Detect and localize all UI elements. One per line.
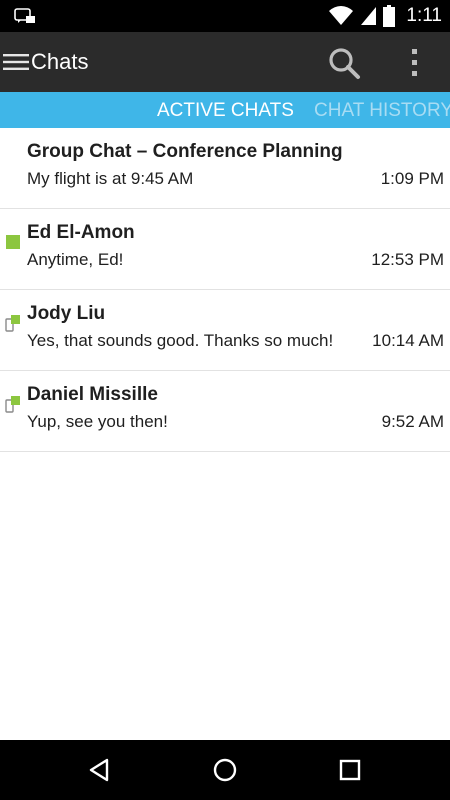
chat-notification-icon <box>14 8 35 23</box>
chat-list: Group Chat – Conference Planning My flig… <box>0 128 450 452</box>
chat-item-group-conference[interactable]: Group Chat – Conference Planning My flig… <box>0 128 450 209</box>
presence-available-icon <box>6 235 20 249</box>
navigation-bar <box>0 740 450 800</box>
wifi-icon <box>329 6 354 26</box>
overflow-menu-icon[interactable] <box>400 45 430 81</box>
chat-last-message: Yup, see you then! <box>27 412 168 431</box>
chat-name: Daniel Missille <box>27 384 158 405</box>
home-icon[interactable] <box>212 757 238 783</box>
recent-apps-icon[interactable] <box>337 757 363 783</box>
chat-name: Ed El-Amon <box>27 222 135 243</box>
tab-active-chats[interactable]: ACTIVE CHATS <box>157 100 294 122</box>
chat-time: 9:52 AM <box>381 412 444 431</box>
menu-icon[interactable] <box>3 53 29 71</box>
tab-chat-history[interactable]: CHAT HISTORY <box>314 100 450 122</box>
chat-name: Group Chat – Conference Planning <box>27 141 343 162</box>
chat-last-message: My flight is at 9:45 AM <box>27 169 194 188</box>
tabs-bar: ACTIVE CHATS CHAT HISTORY <box>0 92 450 128</box>
status-time: 1:11 <box>406 5 442 26</box>
status-icons: 1:11 <box>329 0 442 32</box>
action-bar: Chats <box>0 32 450 92</box>
chat-item-jody-liu[interactable]: Jody Liu Yes, that sounds good. Thanks s… <box>0 290 450 371</box>
chat-time: 12:53 PM <box>371 250 444 269</box>
battery-icon <box>383 5 396 27</box>
search-icon[interactable] <box>326 45 362 81</box>
cell-signal-icon <box>361 7 377 25</box>
chat-last-message: Yes, that sounds good. Thanks so much! <box>27 331 334 350</box>
chat-item-ed-el-amon[interactable]: Ed El-Amon Anytime, Ed! 12:53 PM <box>0 209 450 290</box>
status-bar: 1:11 <box>0 0 450 32</box>
presence-mobile-icon <box>5 315 20 332</box>
presence-mobile-icon <box>5 396 20 413</box>
chat-item-daniel-missille[interactable]: Daniel Missille Yup, see you then! 9:52 … <box>0 371 450 452</box>
page-title[interactable]: Chats <box>31 49 88 75</box>
chat-time: 1:09 PM <box>380 169 444 188</box>
chat-last-message: Anytime, Ed! <box>27 250 124 269</box>
back-icon[interactable] <box>87 757 113 783</box>
chat-time: 10:14 AM <box>372 331 444 350</box>
chat-name: Jody Liu <box>27 303 106 324</box>
